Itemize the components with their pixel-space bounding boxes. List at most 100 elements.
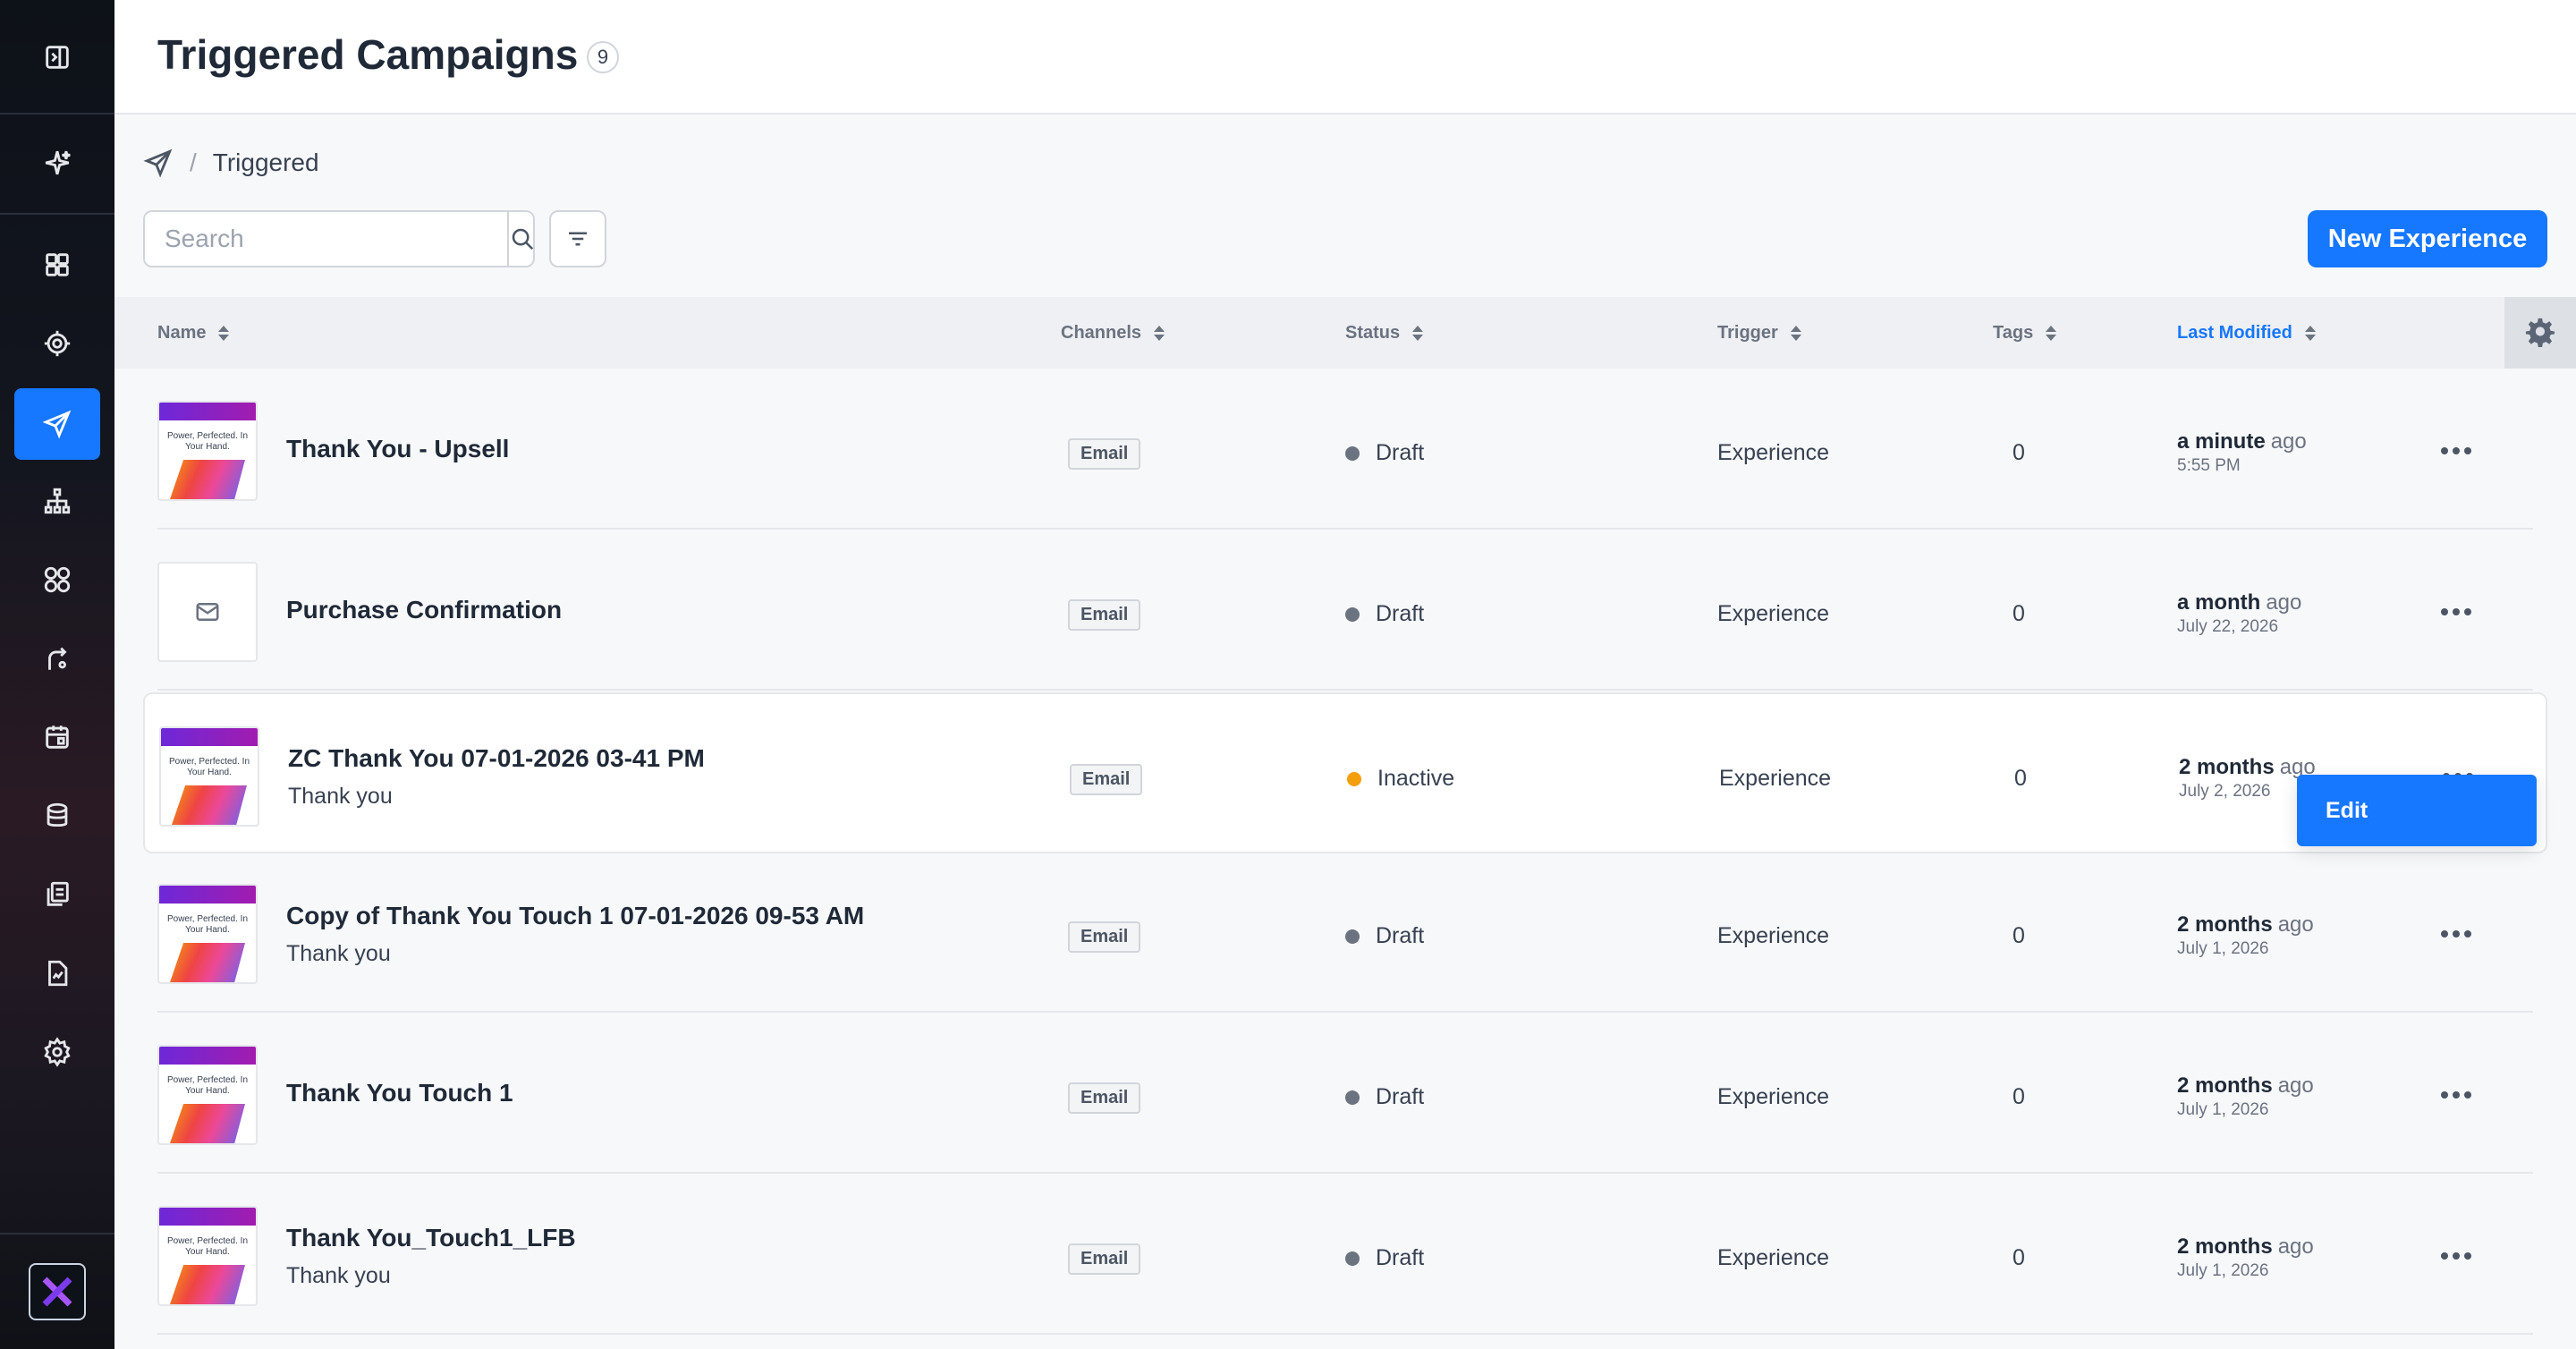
channel-chip: Email: [1068, 1243, 1141, 1275]
more-actions-icon[interactable]: [2429, 1082, 2483, 1107]
relative-time: 2 months: [2179, 755, 2275, 779]
thumbnail-text: Power, Perfected. In Your Hand.: [166, 1236, 249, 1257]
mail-icon: [196, 603, 219, 621]
column-label: Tags: [1993, 322, 2034, 343]
send-icon[interactable]: [143, 148, 174, 178]
thumbnail-text: Power, Perfected. In Your Hand.: [166, 1075, 249, 1096]
trigger-cell: Experience: [1717, 923, 1830, 948]
search-input[interactable]: [145, 212, 507, 266]
campaigns-send-icon[interactable]: [14, 388, 100, 460]
status-label: Draft: [1376, 440, 1425, 465]
column-header-name[interactable]: Name: [157, 297, 230, 369]
filter-icon: [569, 232, 587, 246]
campaign-name[interactable]: Copy of Thank You Touch 1 07-01-2026 09-…: [286, 902, 864, 930]
status-badge: Draft: [1345, 440, 1424, 466]
status-dot: [1345, 607, 1360, 622]
hierarchy-icon[interactable]: [29, 472, 86, 530]
column-header-last-modified[interactable]: Last Modified: [2177, 297, 2316, 369]
last-modified: 2 months ago July 1, 2026: [2177, 1073, 2314, 1120]
page-title: Triggered Campaigns: [157, 31, 579, 78]
column-label: Trigger: [1717, 322, 1778, 343]
trigger-cell: Experience: [1717, 1245, 1830, 1270]
table-row[interactable]: Power, Perfected. In Your Hand. Thank Yo…: [157, 1174, 2533, 1335]
segments-icon[interactable]: [29, 551, 86, 608]
more-actions-icon[interactable]: [2429, 599, 2483, 624]
last-modified: a month ago July 22, 2026: [2177, 590, 2301, 637]
column-header-status[interactable]: Status: [1345, 297, 1424, 369]
more-actions-icon[interactable]: [2429, 921, 2483, 946]
calendar-icon[interactable]: [29, 708, 86, 766]
tags-count: 0: [2012, 601, 2025, 626]
absolute-time: July 2, 2026: [2179, 782, 2271, 801]
channel-chip: Email: [1068, 921, 1141, 953]
email-thumbnail: Power, Perfected. In Your Hand.: [157, 884, 258, 984]
campaign-name[interactable]: ZC Thank You 07-01-2026 03-41 PM: [288, 744, 705, 773]
relative-time: 2 months: [2177, 1073, 2273, 1098]
search-icon: [512, 228, 534, 250]
tags-count: 0: [2012, 1084, 2025, 1109]
sort-icon: [1790, 325, 1801, 341]
column-label: Channels: [1061, 322, 1142, 343]
search-button[interactable]: [507, 212, 536, 266]
status-badge: Draft: [1345, 1084, 1424, 1110]
column-header-tags[interactable]: Tags: [1993, 297, 2057, 369]
target-icon[interactable]: [29, 315, 86, 372]
page-header: Triggered Campaigns 9: [114, 0, 2576, 115]
absolute-time: July 1, 2026: [2177, 1261, 2269, 1280]
table-row[interactable]: Power, Perfected. In Your Hand. Copy of …: [157, 852, 2533, 1013]
tags-count: 0: [2012, 440, 2025, 465]
table-row[interactable]: Power, Perfected. In Your Hand. ZC Thank…: [143, 692, 2547, 853]
status-badge: Draft: [1345, 1245, 1424, 1271]
status-dot: [1345, 1251, 1360, 1266]
sort-icon: [1154, 325, 1165, 341]
sidebar-divider: [0, 213, 114, 215]
status-label: Draft: [1376, 601, 1425, 626]
brand-logo[interactable]: [29, 1263, 86, 1320]
trigger-cell: Experience: [1717, 1084, 1830, 1109]
campaign-subject: Thank you: [286, 1263, 391, 1288]
collapse-sidebar-icon[interactable]: [29, 29, 86, 86]
ago-label: ago: [2270, 429, 2307, 454]
thumbnail-text: Power, Perfected. In Your Hand.: [166, 914, 249, 935]
absolute-time: July 1, 2026: [2177, 939, 2269, 958]
sparkle-ai-icon[interactable]: [29, 134, 86, 191]
edit-menu-item[interactable]: Edit: [2297, 775, 2537, 846]
absolute-time: July 22, 2026: [2177, 617, 2279, 636]
column-label: Last Modified: [2177, 322, 2292, 343]
sidebar-divider: [0, 113, 114, 115]
search-box: [143, 210, 535, 267]
campaign-name[interactable]: Thank You Touch 1: [286, 1079, 513, 1107]
reports-icon[interactable]: [29, 945, 86, 1002]
database-icon[interactable]: [29, 787, 86, 844]
relative-time: 2 months: [2177, 912, 2273, 937]
table-row[interactable]: Purchase Confirmation Email Draft Experi…: [157, 530, 2533, 691]
email-thumbnail: Power, Perfected. In Your Hand.: [159, 726, 259, 827]
campaign-count-badge: 9: [587, 41, 619, 73]
table-row[interactable]: Power, Perfected. In Your Hand. Thank Yo…: [157, 369, 2533, 530]
campaign-name[interactable]: Thank You_Touch1_LFB: [286, 1224, 576, 1252]
status-dot: [1345, 445, 1360, 461]
new-experience-button[interactable]: New Experience: [2308, 210, 2547, 267]
ago-label: ago: [2266, 590, 2302, 615]
journey-icon[interactable]: [29, 630, 86, 687]
sidebar-divider: [0, 1233, 114, 1234]
ago-label: ago: [2277, 1073, 2314, 1098]
status-label: Draft: [1376, 1245, 1425, 1270]
column-header-trigger[interactable]: Trigger: [1717, 297, 1801, 369]
content-library-icon[interactable]: [29, 866, 86, 923]
dashboard-icon[interactable]: [29, 236, 86, 293]
breadcrumb: / Triggered: [143, 143, 319, 182]
more-actions-icon[interactable]: [2429, 1243, 2483, 1268]
table-row[interactable]: Power, Perfected. In Your Hand. Thank Yo…: [157, 1013, 2533, 1174]
channel-chip: Email: [1068, 1082, 1141, 1114]
settings-gear-icon[interactable]: [29, 1023, 86, 1081]
channel-chip: Email: [1068, 438, 1141, 470]
campaign-name[interactable]: Thank You - Upsell: [286, 435, 509, 463]
campaign-name[interactable]: Purchase Confirmation: [286, 596, 562, 624]
table-settings-button[interactable]: [2504, 297, 2576, 369]
column-label: Status: [1345, 322, 1401, 343]
more-actions-icon[interactable]: [2429, 438, 2483, 463]
filter-button[interactable]: [549, 210, 606, 267]
relative-time: a minute: [2177, 429, 2266, 454]
column-header-channels[interactable]: Channels: [1061, 297, 1165, 369]
